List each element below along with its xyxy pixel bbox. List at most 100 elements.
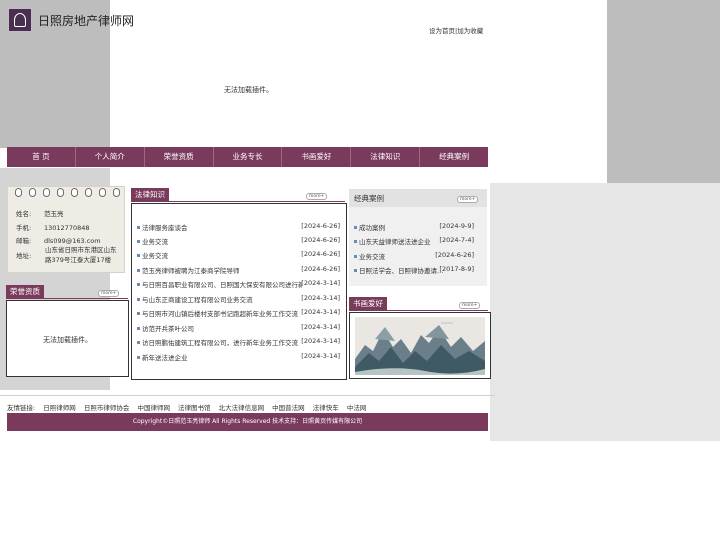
item-title[interactable]: 访范开兵茶叶公司 xyxy=(142,323,302,333)
list-item[interactable]: 山东天益律师送法进企业 [2024-7-4] xyxy=(354,236,484,246)
item-title[interactable]: 与日照百昌职业有限公司、日照国大保安有限公司进行新… xyxy=(142,279,302,289)
list-item[interactable]: 业务交流 [2024-6-26] xyxy=(137,250,342,260)
bullet-icon xyxy=(137,282,140,286)
bullet-icon xyxy=(354,254,357,258)
nav-item-honors[interactable]: 荣誉资质 xyxy=(145,147,214,167)
item-date: [2024-7-4] xyxy=(439,236,474,244)
contact-email-row: 邮箱: dls099@163.com xyxy=(16,235,101,245)
list-item[interactable]: 业务交流 [2024-6-26] xyxy=(137,236,342,246)
hobby-more-button[interactable]: more+ xyxy=(459,302,481,309)
friend-link[interactable]: 法律快车 xyxy=(313,404,339,412)
cases-more-button[interactable]: more+ xyxy=(457,196,479,203)
divider xyxy=(6,298,128,299)
nav-item-profile[interactable]: 个人简介 xyxy=(76,147,145,167)
list-item[interactable]: 与日照市河山镇后楼村支部书记跑超新年业务工作交流 [2024-3-14] xyxy=(137,308,342,318)
honor-title[interactable]: 荣誉资质 xyxy=(6,285,44,299)
logo-emblem-icon xyxy=(14,13,26,27)
list-item[interactable]: 访日照鹏佑建筑工程有限公司，进行新年业务工作交流 [2024-3-14] xyxy=(137,337,342,347)
background-right-low xyxy=(490,183,720,441)
item-title[interactable]: 范玉亮律师被聘为江泰商学院导师 xyxy=(142,265,302,275)
item-date: [2017-8-9] xyxy=(439,265,474,273)
item-date: [2024-6-26] xyxy=(301,265,340,273)
item-title[interactable]: 法律服务座谈会 xyxy=(142,222,302,232)
item-date: [2024-3-14] xyxy=(301,323,340,331)
site-title[interactable]: 日照房地产律师网 xyxy=(38,12,134,29)
set-homepage-link[interactable]: 设为首页 xyxy=(429,27,455,35)
friend-link[interactable]: 北大法律信息网 xyxy=(219,404,265,412)
item-title[interactable]: 山东天益律师送法进企业 xyxy=(359,236,447,246)
item-title[interactable]: 成功案例 xyxy=(359,222,447,232)
honor-plugin-message: 无法加载插件。 xyxy=(43,336,92,344)
item-title[interactable]: 业务交流 xyxy=(142,236,302,246)
honor-more-button[interactable]: more+ xyxy=(98,290,120,297)
contact-phone: 13012770848 xyxy=(44,224,90,232)
list-item[interactable]: 新年送法进企业 [2024-3-14] xyxy=(137,352,342,362)
item-date: [2024-6-26] xyxy=(301,222,340,230)
list-item[interactable]: 范玉亮律师被聘为江泰商学院导师 [2024-6-26] xyxy=(137,265,342,275)
ring-icon xyxy=(29,188,36,197)
hobby-section-header: 书画爱好 more+ xyxy=(349,297,488,311)
legal-more-button[interactable]: more+ xyxy=(306,193,328,200)
list-item[interactable]: 与日照百昌职业有限公司、日照国大保安有限公司进行新… [2024-3-14] xyxy=(137,279,342,289)
item-title[interactable]: 新年送法进企业 xyxy=(142,352,302,362)
item-title[interactable]: 日照法学会、日照律协邀请… xyxy=(359,265,447,275)
top-links: 设为首页|加为收藏 xyxy=(429,25,483,35)
legal-title[interactable]: 法律知识 xyxy=(131,188,169,202)
item-title[interactable]: 业务交流 xyxy=(142,250,302,260)
nav-item-expertise[interactable]: 业务专长 xyxy=(214,147,283,167)
item-date: [2024-3-14] xyxy=(301,352,340,360)
bullet-icon xyxy=(354,225,357,229)
nav-item-hobby[interactable]: 书画爱好 xyxy=(282,147,352,167)
friend-link[interactable]: 日照律师网 xyxy=(43,404,76,412)
friend-link[interactable]: 法律图书馆 xyxy=(178,404,211,412)
list-item[interactable]: 业务交流 [2024-6-26] xyxy=(354,251,484,261)
notebook-rings xyxy=(7,186,123,197)
nav-item-cases[interactable]: 经典案例 xyxy=(420,147,488,167)
site-logo[interactable] xyxy=(8,8,32,32)
footer: Copyright©日照范玉亮律师 All Rights Reserved 技术… xyxy=(7,413,488,431)
divider xyxy=(131,201,345,202)
bullet-icon xyxy=(354,239,357,243)
item-title[interactable]: 业务交流 xyxy=(359,251,447,261)
bullet-icon xyxy=(137,268,140,272)
legal-section-header: 法律知识 more+ xyxy=(131,188,345,202)
landscape-painting-image[interactable]: 〰〰〰〰 xyxy=(355,317,485,375)
cases-section-header: 经典案例 more+ xyxy=(349,189,487,207)
item-title[interactable]: 与山东正商建设工程有限公司业务交流 xyxy=(142,294,302,304)
item-date: [2024-3-14] xyxy=(301,308,340,316)
friend-link[interactable]: 中国律师网 xyxy=(137,404,170,412)
list-item[interactable]: 成功案例 [2024-9-9] xyxy=(354,222,484,232)
friend-link[interactable]: 中法网 xyxy=(347,404,367,412)
list-item[interactable]: 法律服务座谈会 [2024-6-26] xyxy=(137,222,342,232)
contact-name-row: 姓名: 范玉亮 xyxy=(16,208,64,218)
item-date: [2024-6-26] xyxy=(435,251,474,259)
friend-link[interactable]: 日照市律师协会 xyxy=(84,404,130,412)
legal-list: 法律服务座谈会 [2024-6-26] 业务交流 [2024-6-26] 业务交流[… xyxy=(131,203,347,380)
add-favorite-link[interactable]: 加为收藏 xyxy=(457,27,483,35)
contact-email[interactable]: dls099@163.com xyxy=(44,237,101,245)
item-title[interactable]: 与日照市河山镇后楼村支部书记跑超新年业务工作交流 xyxy=(142,308,302,318)
bullet-icon xyxy=(137,297,140,301)
hobby-title[interactable]: 书画爱好 xyxy=(349,297,387,311)
friend-links: 友情链接: 日照律师网 日照市律师协会 中国律师网 法律图书馆 北大法律信息网 … xyxy=(7,402,372,412)
bullet-icon xyxy=(137,225,140,229)
svg-text:〰〰〰〰: 〰〰〰〰 xyxy=(441,321,453,325)
bullet-icon xyxy=(137,239,140,243)
cases-title[interactable]: 经典案例 xyxy=(354,193,384,204)
bullet-icon xyxy=(137,355,140,359)
list-item[interactable]: 与山东正商建设工程有限公司业务交流 [2024-3-14] xyxy=(137,294,342,304)
item-title[interactable]: 访日照鹏佑建筑工程有限公司，进行新年业务工作交流 xyxy=(142,337,302,347)
name-label: 姓名: xyxy=(16,210,32,218)
list-item[interactable]: 日照法学会、日照律协邀请… [2017-8-9] xyxy=(354,265,484,275)
address-label: 地址: xyxy=(16,252,32,260)
banner-area xyxy=(110,0,607,148)
list-item[interactable]: 访范开兵茶叶公司 [2024-3-14] xyxy=(137,323,342,333)
divider xyxy=(349,310,488,311)
ring-icon xyxy=(43,188,50,197)
item-date: [2024-3-14] xyxy=(301,294,340,302)
friend-link[interactable]: 中国普法网 xyxy=(272,404,305,412)
honor-panel: 无法加载插件。 xyxy=(6,300,129,377)
ring-icon xyxy=(71,188,78,197)
nav-item-home[interactable]: 首 页 xyxy=(7,147,76,167)
nav-item-legal[interactable]: 法律知识 xyxy=(351,147,421,167)
